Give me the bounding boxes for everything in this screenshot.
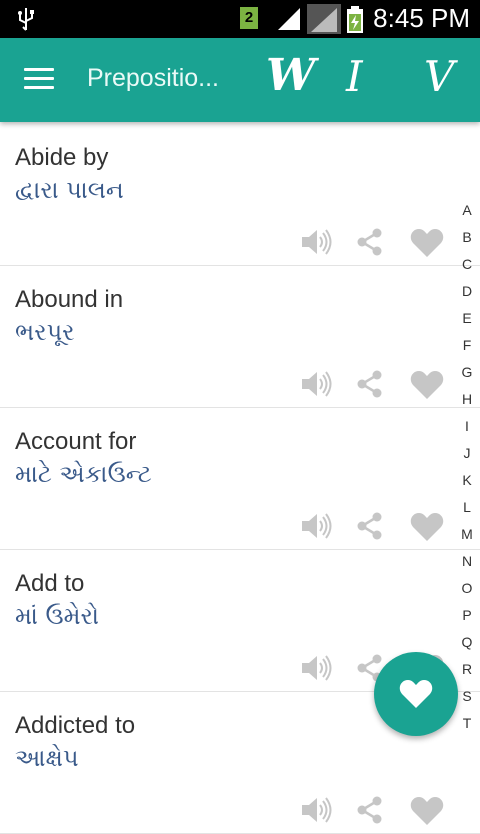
- list-item[interactable]: Abide by દ્વારા પાલન: [0, 124, 480, 266]
- speaker-icon[interactable]: [300, 796, 332, 824]
- speaker-icon[interactable]: [300, 370, 332, 398]
- heart-icon: [399, 680, 433, 708]
- notification-badge: 2: [240, 7, 258, 29]
- alphabet-letter[interactable]: B: [456, 224, 478, 251]
- favorite-heart-icon[interactable]: [410, 512, 444, 542]
- alphabet-letter[interactable]: I: [456, 413, 478, 440]
- alphabet-index: A B C D E F G H I J K L M N O P Q R S T: [456, 197, 478, 737]
- entry-meaning: માટે એકાઉન્ટ: [15, 460, 152, 488]
- status-bar: 2 8:45 PM: [0, 0, 480, 38]
- alphabet-letter[interactable]: P: [456, 602, 478, 629]
- alphabet-letter[interactable]: S: [456, 683, 478, 710]
- share-icon[interactable]: [356, 370, 384, 398]
- entry-meaning: આક્ષેપ: [15, 744, 79, 772]
- share-icon[interactable]: [356, 228, 384, 256]
- alphabet-letter[interactable]: K: [456, 467, 478, 494]
- alphabet-letter[interactable]: C: [456, 251, 478, 278]
- battery-charging-icon: [347, 6, 363, 33]
- letter-w-button[interactable]: W: [266, 50, 315, 101]
- share-icon[interactable]: [356, 512, 384, 540]
- entry-word: Add to: [15, 570, 85, 597]
- share-icon[interactable]: [356, 796, 384, 824]
- alphabet-letter[interactable]: A: [456, 197, 478, 224]
- speaker-icon[interactable]: [300, 512, 332, 540]
- signal-icon: [307, 4, 341, 34]
- alphabet-letter[interactable]: D: [456, 278, 478, 305]
- entry-meaning: માં ઉમેરો: [15, 602, 99, 630]
- alphabet-letter[interactable]: F: [456, 332, 478, 359]
- alphabet-letter[interactable]: E: [456, 305, 478, 332]
- favorites-fab-button[interactable]: [374, 652, 458, 736]
- alphabet-letter[interactable]: G: [456, 359, 478, 386]
- letter-i-button[interactable]: I: [346, 52, 363, 101]
- list-item[interactable]: Abound in ભરપૂર: [0, 266, 480, 408]
- entry-meaning: દ્વારા પાલન: [15, 176, 124, 204]
- favorite-heart-icon[interactable]: [410, 796, 444, 826]
- alphabet-letter[interactable]: L: [456, 494, 478, 521]
- alphabet-letter[interactable]: N: [456, 548, 478, 575]
- alphabet-letter[interactable]: O: [456, 575, 478, 602]
- alphabet-letter[interactable]: Q: [456, 629, 478, 656]
- alphabet-letter[interactable]: M: [456, 521, 478, 548]
- page-title: Prepositio...: [87, 64, 220, 92]
- alphabet-letter[interactable]: H: [456, 386, 478, 413]
- entry-word: Account for: [15, 428, 137, 455]
- list-item[interactable]: Account for માટે એકાઉન્ટ: [0, 408, 480, 550]
- letter-v-button[interactable]: V: [424, 52, 454, 101]
- alphabet-letter[interactable]: T: [456, 710, 478, 737]
- clock: 8:45 PM: [373, 3, 470, 33]
- entry-word: Abound in: [15, 286, 124, 313]
- alphabet-letter[interactable]: R: [456, 656, 478, 683]
- hamburger-menu-icon[interactable]: [24, 68, 54, 92]
- speaker-icon[interactable]: [300, 228, 332, 256]
- usb-icon: [18, 8, 34, 31]
- speaker-icon[interactable]: [300, 654, 332, 682]
- signal-icon: [278, 8, 300, 30]
- favorite-heart-icon[interactable]: [410, 228, 444, 258]
- app-toolbar: Prepositio... W I V: [0, 38, 480, 122]
- entry-word: Addicted to: [15, 712, 136, 739]
- entry-word: Abide by: [15, 144, 109, 171]
- favorite-heart-icon[interactable]: [410, 370, 444, 400]
- entry-meaning: ભરપૂર: [15, 318, 75, 346]
- alphabet-letter[interactable]: J: [456, 440, 478, 467]
